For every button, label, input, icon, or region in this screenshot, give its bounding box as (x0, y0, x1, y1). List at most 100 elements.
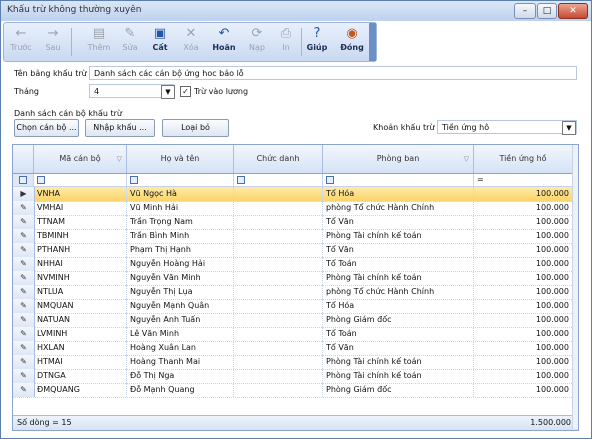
col-department-cell[interactable]: Tổ Hóa (323, 299, 474, 313)
table-name-input[interactable]: Danh sách các cán bộ ứng hoc bảo lỗ (89, 66, 577, 80)
edit-row-icon[interactable]: ✎ (13, 355, 35, 369)
close-button[interactable]: ◉ Đóng (336, 25, 368, 59)
undo-button[interactable]: ↶ Hoãn (208, 25, 240, 59)
col-advance-amount-cell[interactable]: 100.000 (474, 299, 573, 313)
col-staff-code-cell[interactable]: TTNAM (34, 215, 127, 229)
col-full-name-cell[interactable]: Hoàng Xuân Lan (127, 341, 234, 355)
col-full-name-cell[interactable]: Nguyễn Anh Tuấn (127, 313, 234, 327)
col-advance-amount-cell[interactable]: 100.000 (474, 229, 573, 243)
print-button[interactable]: ⎙ In (274, 25, 298, 59)
col-department-cell[interactable]: phòng Tổ chức Hành Chính (323, 201, 474, 215)
col-position-cell[interactable] (234, 187, 323, 201)
minimize-button[interactable]: – (514, 3, 536, 19)
edit-row-icon[interactable]: ✎ (13, 271, 35, 285)
deduction-type-dropdown-icon[interactable]: ▼ (562, 121, 576, 135)
back-button[interactable]: ← Trước (6, 25, 36, 59)
table-row[interactable]: ✎ PTHANH Phạm Thị Hạnh Tổ Văn 100.000 (13, 243, 578, 258)
col-position-cell[interactable] (234, 299, 323, 313)
col-department-cell[interactable]: Phòng Tài chính kế toán (323, 355, 474, 369)
col-department-cell[interactable]: Phòng Giám đốc (323, 383, 474, 397)
table-row[interactable]: ✎ NTLUA Nguyễn Thị Lụa phòng Tổ chức Hành C… (13, 285, 578, 300)
table-row[interactable]: ✎ VMHAI Vũ Minh Hải phòng Tổ chức Hành Chín… (13, 201, 578, 216)
col-advance-amount-cell[interactable]: 100.000 (474, 187, 573, 201)
col-full-name-cell[interactable]: Hoàng Thanh Mai (127, 355, 234, 369)
col-full-name-cell[interactable]: Đỗ Mạnh Quang (127, 383, 234, 397)
col-full-name-cell[interactable]: Nguyễn Hoàng Hải (127, 257, 234, 271)
col-position-cell[interactable] (234, 271, 323, 285)
col-department-cell[interactable]: Tổ Toán (323, 327, 474, 341)
col-advance-amount-cell[interactable]: 100.000 (474, 327, 573, 341)
col-advance-amount-cell[interactable]: 100.000 (474, 341, 573, 355)
col-department-filter[interactable] (323, 174, 474, 186)
table-row[interactable]: ▶ VNHA Vũ Ngọc Hà Tổ Hóa 100.000 (13, 187, 578, 202)
reload-button[interactable]: ⟳ Nạp (242, 25, 272, 59)
col-staff-code-cell[interactable]: LVMINH (34, 327, 127, 341)
col-position-cell[interactable] (234, 383, 323, 397)
col-department-cell[interactable]: Tổ Văn (323, 215, 474, 229)
col-department-header[interactable]: Phòng ban ▽ (323, 145, 474, 173)
col-full-name-cell[interactable]: Nguyễn Thị Lụa (127, 285, 234, 299)
maximize-button[interactable]: □ (537, 3, 557, 19)
col-position-cell[interactable] (234, 201, 323, 215)
save-button[interactable]: ▣ Cất (146, 25, 174, 59)
col-advance-amount-cell[interactable]: 100.000 (474, 271, 573, 285)
table-row[interactable]: ✎ NVMINH Nguyễn Văn Minh Phòng Tài chính kế… (13, 271, 578, 286)
col-advance-amount-cell[interactable]: 100.000 (474, 355, 573, 369)
add-button[interactable]: ▤ Thêm (84, 25, 114, 59)
col-full-name-cell[interactable]: Vũ Ngọc Hà (127, 187, 234, 201)
col-advance-amount-filter[interactable]: = (474, 174, 573, 186)
col-staff-code-cell[interactable]: NATUAN (34, 313, 127, 327)
col-staff-code-cell[interactable]: DTNGA (34, 369, 127, 383)
edit-row-icon[interactable]: ✎ (13, 369, 35, 383)
col-position-cell[interactable] (234, 215, 323, 229)
col-staff-code-cell[interactable]: PTHANH (34, 243, 127, 257)
deduct-salary-checkbox[interactable]: ✓ (180, 86, 191, 97)
col-advance-amount-cell[interactable]: 100.000 (474, 201, 573, 215)
col-position-cell[interactable] (234, 243, 323, 257)
col-staff-code-cell[interactable]: NTLUA (34, 285, 127, 299)
edit-row-icon[interactable]: ✎ (13, 327, 35, 341)
edit-button[interactable]: ✎ Sửa (116, 25, 144, 59)
col-department-cell[interactable]: Tổ Hóa (323, 187, 474, 201)
col-advance-amount-cell[interactable]: 100.000 (474, 285, 573, 299)
col-advance-amount-cell[interactable]: 100.000 (474, 215, 573, 229)
table-row[interactable]: ✎ NHHAI Nguyễn Hoàng Hải Tổ Toán 100.000 (13, 257, 578, 272)
table-row[interactable]: ✎ TTNAM Trần Trọng Nam Tổ Văn 100.000 (13, 215, 578, 230)
col-department-cell[interactable]: Tổ Toán (323, 257, 474, 271)
col-staff-code-filter[interactable] (34, 174, 127, 186)
col-advance-amount-header[interactable]: Tiền ứng hồ (474, 145, 573, 173)
edit-row-icon[interactable]: ✎ (13, 201, 35, 215)
col-staff-code-header[interactable]: Mã cán bộ ▽ (34, 145, 127, 173)
col-full-name-cell[interactable]: Lê Văn Minh (127, 327, 234, 341)
edit-row-icon[interactable]: ✎ (13, 313, 35, 327)
col-full-name-filter[interactable] (127, 174, 234, 186)
col-department-cell[interactable]: Phòng Tài chính kế toán (323, 369, 474, 383)
current-row-icon[interactable]: ▶ (13, 187, 35, 201)
table-row[interactable]: ✎ TBMINH Trần Bình Minh Phòng Tài chính kế … (13, 229, 578, 244)
col-department-cell[interactable]: Phòng Tài chính kế toán (323, 229, 474, 243)
grid-corner[interactable] (13, 145, 34, 173)
col-department-cell[interactable]: Tổ Văn (323, 341, 474, 355)
col-advance-amount-cell[interactable]: 100.000 (474, 369, 573, 383)
col-full-name-cell[interactable]: Nguyễn Mạnh Quân (127, 299, 234, 313)
col-staff-code-cell[interactable]: NVMINH (34, 271, 127, 285)
table-row[interactable]: ✎ HXLAN Hoàng Xuân Lan Tổ Văn 100.000 (13, 341, 578, 356)
col-position-cell[interactable] (234, 257, 323, 271)
col-department-cell[interactable]: Tổ Văn (323, 243, 474, 257)
col-position-cell[interactable] (234, 341, 323, 355)
col-staff-code-cell[interactable]: NMQUAN (34, 299, 127, 313)
deduction-type-select[interactable]: Tiền ứng hô (437, 120, 577, 134)
remove-button[interactable]: Loại bỏ (162, 119, 229, 137)
delete-button[interactable]: ✕ Xóa (176, 25, 206, 59)
edit-row-icon[interactable]: ✎ (13, 341, 35, 355)
col-staff-code-cell[interactable]: TBMINH (34, 229, 127, 243)
close-window-button[interactable]: ✕ (558, 3, 588, 19)
col-position-cell[interactable] (234, 355, 323, 369)
edit-row-icon[interactable]: ✎ (13, 383, 35, 397)
choose-staff-button[interactable]: Chọn cán bộ ... (14, 119, 79, 137)
edit-row-icon[interactable]: ✎ (13, 299, 35, 313)
col-department-cell[interactable]: Phòng Giám đốc (323, 313, 474, 327)
edit-row-icon[interactable]: ✎ (13, 257, 35, 271)
col-full-name-cell[interactable]: Trần Bình Minh (127, 229, 234, 243)
toolbar-overflow-grip[interactable] (369, 23, 376, 61)
